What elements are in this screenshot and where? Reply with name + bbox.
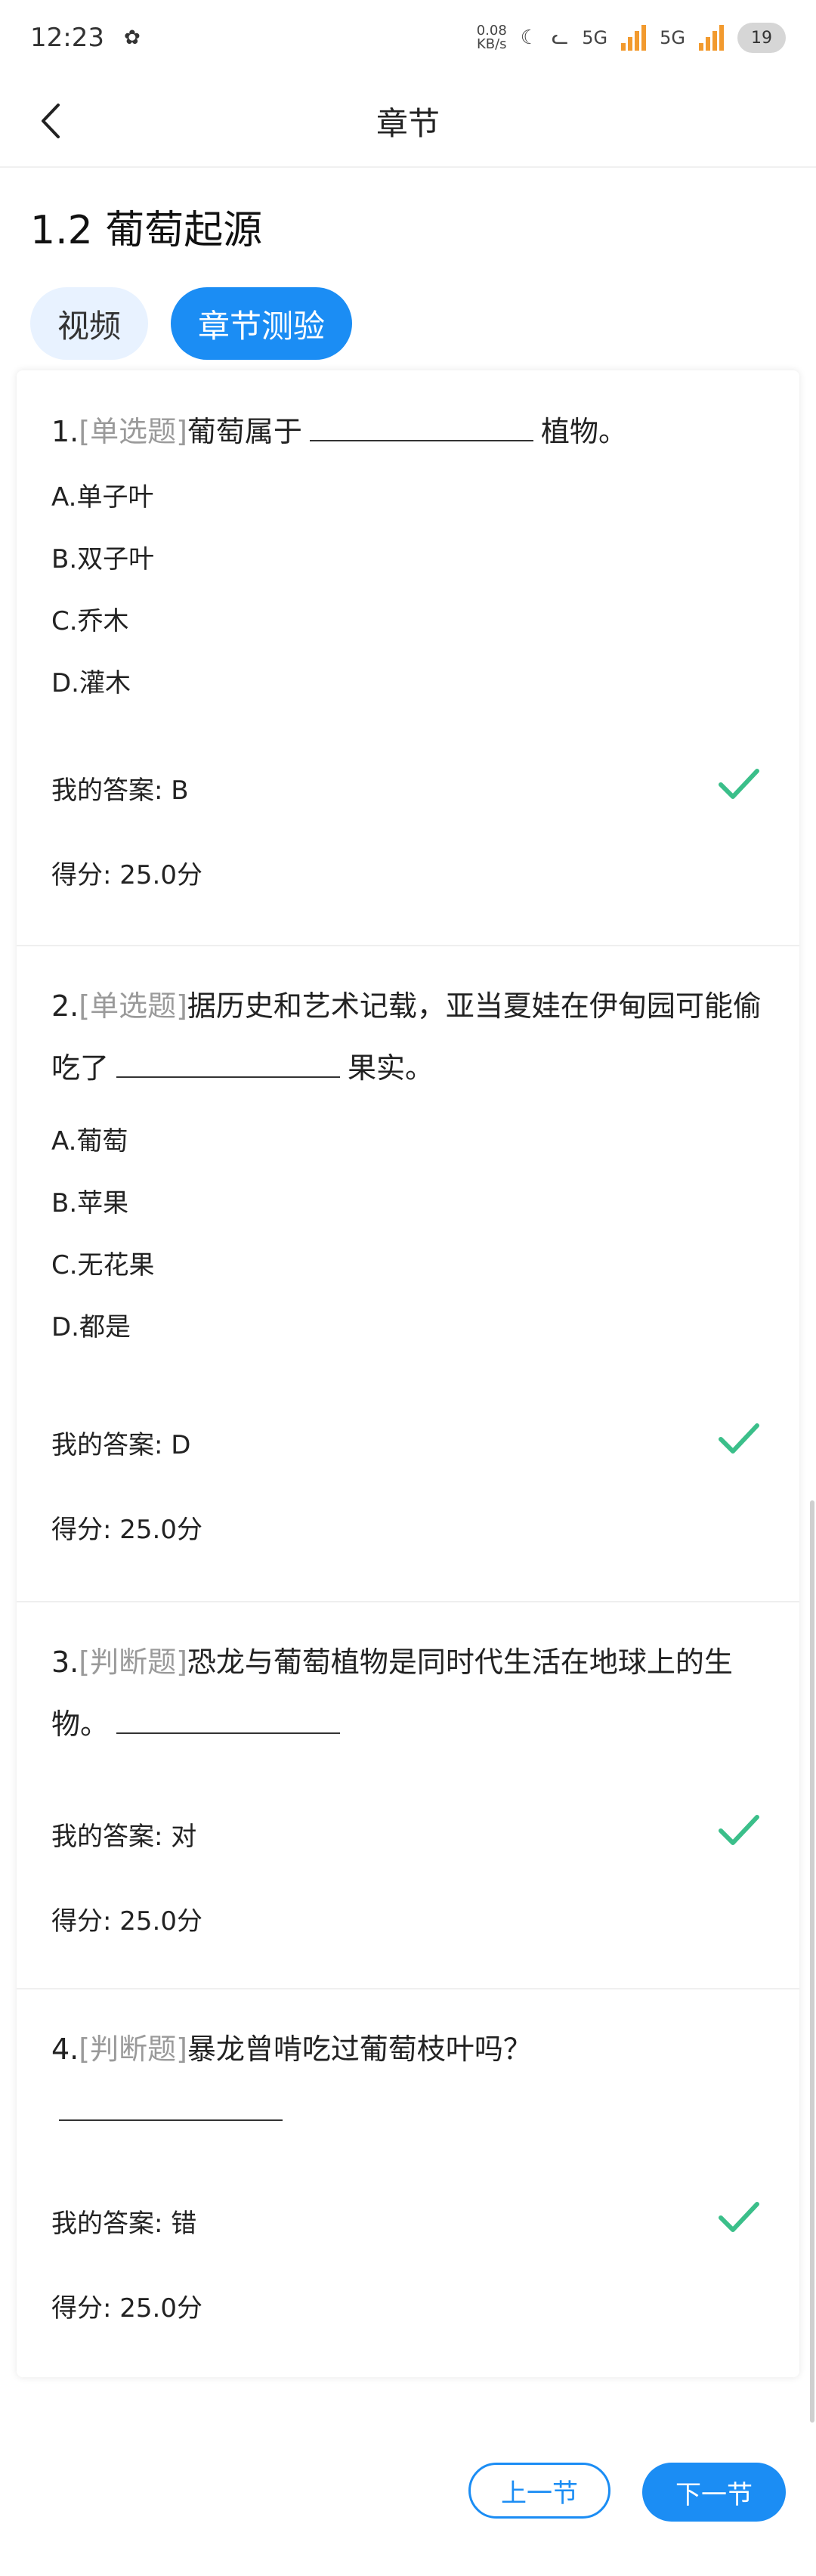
signal-icon-2 [699,25,724,51]
score: 得分: 25.0分 [51,1515,202,1545]
question-type: [单选题] [79,989,187,1023]
network-speed: 0.08 KB/s [477,24,507,51]
cat-icon: ᓚ [552,26,569,49]
question-type: [判断题] [79,1646,187,1679]
battery-icon: 19 [737,23,786,53]
quiz-card: 1.[单选题]葡萄属于 植物。 A.单子叶 B.双子叶 C.乔木 D.灌木 我的答… [17,370,799,2377]
question-item: 2.[单选题]据历史和艺术记载，亚当夏娃在伊甸园可能偷吃了 果实。 A.葡萄 B.… [17,945,799,1602]
question-item: 3.[判断题]恐龙与葡萄植物是同时代生活在地球上的生物。 我的答案: 对 得分:… [17,1601,799,1989]
my-answer: 我的答案: B [51,776,189,806]
my-answer: 我的答案: 错 [51,2209,197,2239]
check-icon [719,769,759,799]
question-item: 1.[单选题]葡萄属于 植物。 A.单子叶 B.双子叶 C.乔木 D.灌木 我的答… [17,370,799,946]
network-label-2: 5G [660,27,685,48]
scrollbar[interactable] [810,1500,814,2423]
check-icon [719,1815,759,1845]
question-number: 2. [51,989,79,1023]
option-b: B.苹果 [51,1188,129,1218]
page-title: 章节 [376,104,440,142]
question-number: 1. [51,415,79,448]
score: 得分: 25.0分 [51,2293,202,2324]
section-title: 1.2 葡萄起源 [30,208,263,253]
option-c: C.无花果 [51,1250,155,1280]
question-text: 4.[判断题]暴龙曾啃吃过葡萄枝叶吗？ [51,2018,565,2142]
answer-blank [309,414,533,441]
question-text: 3.[判断题]恐龙与葡萄植物是同时代生活在地球上的生物。 [51,1631,769,1755]
check-icon [719,2202,759,2232]
option-c: C.乔木 [51,606,129,636]
option-a: A.葡萄 [51,1126,128,1156]
my-answer: 我的答案: D [51,1430,191,1460]
question-stem-end: 植物。 [540,415,627,448]
answer-blank [116,1707,341,1734]
question-type: [单选题] [79,415,187,448]
app-header: 章节 [0,76,816,168]
back-button[interactable] [27,98,73,144]
question-text: 1.[单选题]葡萄属于 植物。 [51,401,769,463]
signal-icon [621,25,647,51]
answer-blank [116,1051,341,1078]
status-bar: 12:23 ✿ 0.08 KB/s ☾ ᓚ 5G 5G 19 [0,0,816,76]
tab-video[interactable]: 视频 [30,287,149,360]
app-notification-icon: ✿ [123,26,141,49]
status-time: 12:23 [30,23,104,53]
moon-icon: ☾ [520,26,539,49]
option-d: D.灌木 [51,668,131,698]
question-stem: 葡萄属于 [187,415,302,448]
chevron-left-icon [42,104,60,138]
tab-bar: 视频 章节测验 [30,287,353,360]
question-stem: 暴龙曾啃吃过葡萄枝叶吗？ [187,2033,532,2066]
network-label-1: 5G [582,27,608,48]
question-stem-end: 果实。 [348,1051,434,1085]
network-speed-unit: KB/s [476,36,507,52]
question-text: 2.[单选题]据历史和艺术记载，亚当夏娃在伊甸园可能偷吃了 果实。 [51,975,769,1099]
question-number: 3. [51,1646,79,1679]
option-d: D.都是 [51,1312,131,1342]
next-section-button[interactable]: 下一节 [642,2463,786,2522]
tab-chapter-quiz[interactable]: 章节测验 [171,287,353,360]
question-number: 4. [51,2033,79,2066]
option-b: B.双子叶 [51,544,155,574]
prev-section-button[interactable]: 上一节 [468,2463,610,2519]
battery-level: 19 [751,28,772,48]
my-answer: 我的答案: 对 [51,1822,197,1852]
question-type: [判断题] [79,2033,187,2066]
score: 得分: 25.0分 [51,1906,202,1937]
question-item: 4.[判断题]暴龙曾啃吃过葡萄枝叶吗？ 我的答案: 错 得分: 25.0分 [17,1988,799,2377]
score: 得分: 25.0分 [51,860,202,890]
answer-blank [59,2094,283,2121]
check-icon [719,1423,759,1454]
option-a: A.单子叶 [51,482,154,512]
